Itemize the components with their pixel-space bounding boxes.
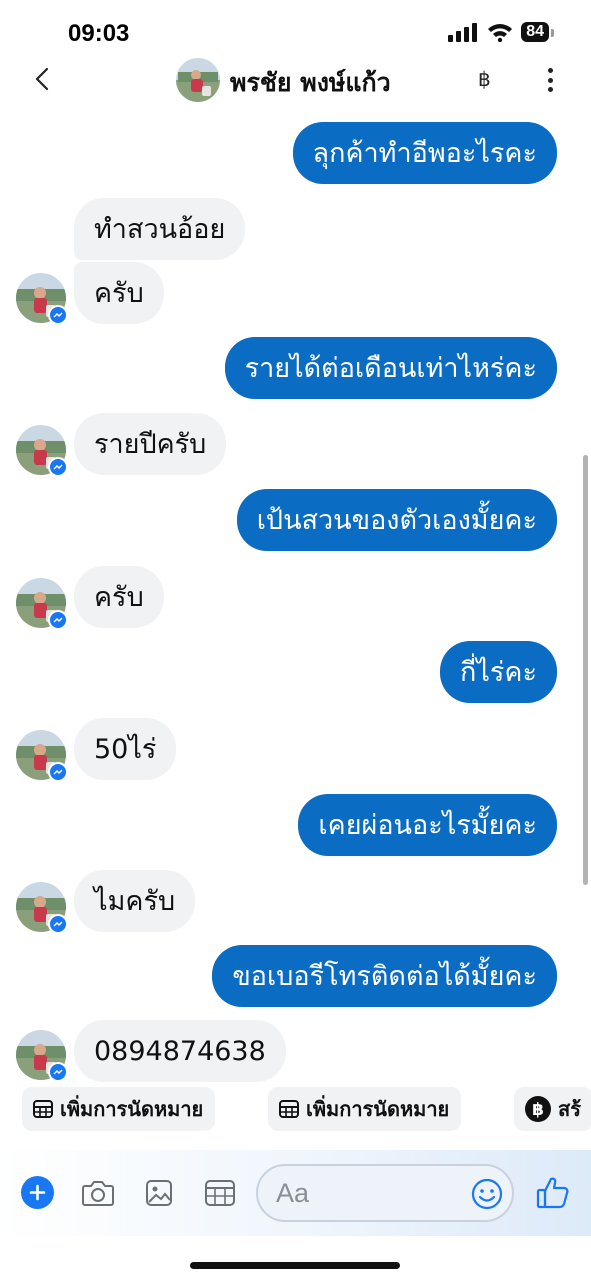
sender-avatar[interactable] [16, 730, 68, 782]
sender-avatar[interactable] [16, 1030, 68, 1082]
chip-label: เพิ่มการนัดหมาย [60, 1097, 204, 1121]
calendar-grid-icon [33, 1100, 53, 1118]
add-appointment-chip[interactable]: เพิ่มการนัดหมาย [22, 1087, 216, 1131]
sender-avatar[interactable] [16, 882, 68, 934]
messenger-badge-icon [48, 914, 68, 934]
message-list: ลุกค้าทำอีพอะไรคะ ทำสวนอ้อย ครับ รายได้ต… [0, 0, 591, 1085]
plus-button[interactable] [21, 1176, 54, 1209]
outgoing-message[interactable]: กี่ไร่คะ [440, 641, 557, 703]
incoming-message[interactable]: ครับ [74, 566, 164, 628]
outgoing-message[interactable]: เคยผ่อนอะไรมั้ยคะ [298, 794, 557, 856]
sender-avatar[interactable] [16, 578, 68, 630]
chip-label: เพิ่มการนัดหมาย [306, 1097, 450, 1121]
home-indicator [190, 1262, 400, 1269]
outgoing-message[interactable]: เป้นสวนของตัวเองมั้ยคะ [236, 489, 557, 551]
camera-icon [82, 1181, 114, 1206]
calendar-icon [205, 1180, 235, 1206]
composer-bar [0, 1150, 591, 1236]
like-button[interactable] [534, 1174, 572, 1212]
emoji-icon [471, 1178, 503, 1210]
incoming-message[interactable]: 0894874638 [74, 1020, 286, 1082]
messenger-badge-icon [48, 305, 68, 325]
messenger-badge-icon [48, 610, 68, 630]
incoming-message[interactable]: 50ไร่ [74, 718, 177, 780]
chip-label: สร้ [558, 1097, 581, 1121]
sender-avatar[interactable] [16, 425, 68, 477]
baht-circle-icon: ฿ [525, 1096, 551, 1122]
message-input[interactable] [276, 1174, 466, 1212]
incoming-message[interactable]: ไมครับ [74, 870, 196, 932]
svg-text:฿: ฿ [532, 1100, 544, 1120]
incoming-message[interactable]: ทำสวนอ้อย [74, 198, 246, 260]
thumbs-up-icon [536, 1177, 569, 1209]
incoming-message[interactable]: ครับ [74, 262, 164, 324]
sender-avatar[interactable] [16, 273, 68, 325]
gallery-button[interactable] [142, 1176, 176, 1210]
outgoing-message[interactable]: ขอเบอรีโทรติดต่อได้มั้ยคะ [212, 945, 557, 1007]
camera-button[interactable] [81, 1176, 115, 1210]
image-icon [146, 1180, 172, 1206]
messenger-badge-icon [48, 457, 68, 477]
appointment-button[interactable] [203, 1176, 237, 1210]
emoji-button[interactable] [470, 1177, 504, 1211]
scrollbar[interactable] [583, 455, 588, 885]
messenger-badge-icon [48, 1062, 68, 1082]
calendar-grid-icon [279, 1100, 299, 1118]
create-payment-chip[interactable]: ฿ สร้ [514, 1087, 591, 1131]
message-input-container [256, 1164, 514, 1222]
outgoing-message[interactable]: ลุกค้าทำอีพอะไรคะ [292, 122, 557, 184]
incoming-message[interactable]: รายปีครับ [74, 413, 227, 475]
outgoing-message[interactable]: รายได้ต่อเดือนเท่าไหร่คะ [224, 337, 557, 399]
quick-actions-bar: เพิ่มการนัดหมาย เพิ่มการนัดหมาย ฿ สร้ [0, 1087, 591, 1133]
plus-icon [29, 1184, 46, 1201]
add-appointment-chip[interactable]: เพิ่มการนัดหมาย [268, 1087, 462, 1131]
messenger-badge-icon [48, 762, 68, 782]
